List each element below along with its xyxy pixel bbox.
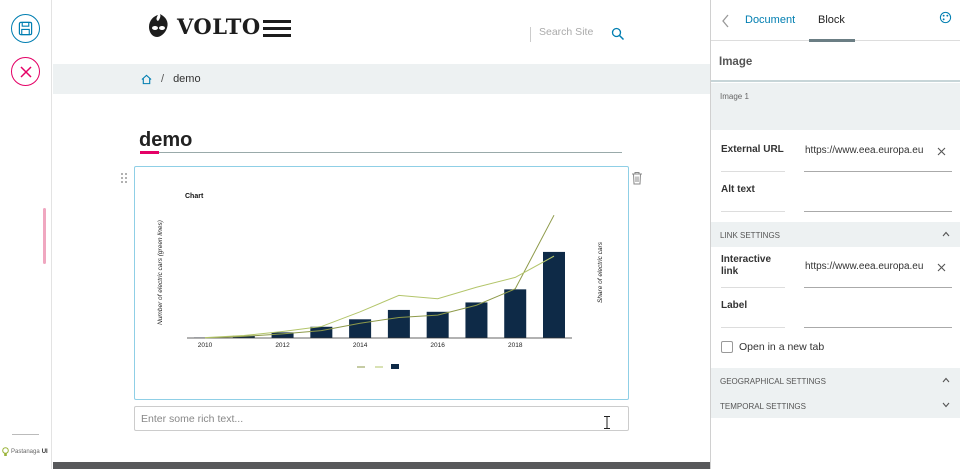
chevron-up-icon bbox=[942, 231, 950, 237]
clear-icon[interactable] bbox=[937, 263, 946, 272]
alt-text-field[interactable] bbox=[804, 211, 952, 212]
interactive-link-label: Interactive link bbox=[721, 254, 772, 277]
field-underline bbox=[804, 287, 952, 288]
field-divider bbox=[721, 211, 785, 212]
x-tick-label: 2014 bbox=[353, 342, 368, 349]
breadcrumb-current[interactable]: demo bbox=[173, 73, 201, 85]
block-sidebar: Document Block Image Image 1 External UR… bbox=[710, 0, 960, 469]
series-line bbox=[204, 255, 555, 339]
content-area: demo Chart Number of electric cars (green… bbox=[53, 94, 710, 462]
palette-icon[interactable] bbox=[939, 11, 952, 24]
open-new-tab-checkbox[interactable] bbox=[721, 341, 733, 353]
save-icon bbox=[18, 21, 33, 36]
temporal-settings-label: TEMPORAL SETTINGS bbox=[720, 402, 806, 411]
search-divider bbox=[530, 27, 531, 42]
drag-handle-icon[interactable] bbox=[121, 173, 129, 185]
chart-bar bbox=[387, 309, 410, 338]
legend-swatch bbox=[391, 364, 399, 369]
field-underline bbox=[804, 171, 952, 172]
chart-block[interactable]: Chart Number of electric cars (green line… bbox=[134, 166, 629, 400]
site-header: VOLTO bbox=[53, 0, 710, 64]
toolbar-scroll-indicator[interactable] bbox=[43, 208, 46, 264]
brand-prefix: Pastanaga bbox=[11, 449, 40, 455]
edit-toolbar: Pastanaga UI bbox=[0, 0, 52, 469]
chart: Chart Number of electric cars (green line… bbox=[157, 193, 604, 369]
breadcrumb: / demo bbox=[53, 64, 710, 94]
home-icon[interactable] bbox=[141, 74, 152, 85]
footer-bar bbox=[53, 462, 710, 469]
label-field[interactable] bbox=[804, 327, 952, 328]
rich-text-input[interactable] bbox=[134, 406, 629, 431]
temporal-settings-header[interactable]: TEMPORAL SETTINGS bbox=[711, 393, 960, 418]
tab-block[interactable]: Block bbox=[818, 14, 845, 26]
site-logo[interactable]: VOLTO bbox=[145, 13, 261, 39]
search-input[interactable] bbox=[539, 26, 605, 38]
clear-icon[interactable] bbox=[937, 147, 946, 156]
chart-bar bbox=[310, 326, 333, 338]
link-settings-header[interactable]: LINK SETTINGS bbox=[711, 222, 960, 247]
chevron-up-icon bbox=[942, 377, 950, 383]
breadcrumb-separator: / bbox=[161, 73, 165, 85]
brand-suffix: UI bbox=[41, 449, 48, 455]
open-new-tab-label: Open in a new tab bbox=[739, 341, 825, 353]
field-divider bbox=[721, 327, 785, 328]
title-underline bbox=[140, 152, 622, 153]
external-url-field[interactable]: https://www.eea.europa.eu bbox=[805, 145, 928, 156]
logo-text: VOLTO bbox=[177, 13, 261, 39]
close-icon bbox=[19, 65, 32, 78]
sidebar-tabs: Document Block bbox=[711, 0, 960, 42]
title-accent bbox=[140, 151, 159, 154]
save-button[interactable] bbox=[11, 14, 40, 43]
x-tick-label: 2012 bbox=[275, 342, 290, 349]
search-icon[interactable] bbox=[611, 27, 625, 41]
image-placeholder[interactable]: Image 1 bbox=[711, 83, 960, 130]
tab-document[interactable]: Document bbox=[745, 14, 795, 26]
external-url-label: External URL bbox=[721, 144, 784, 155]
interactive-link-field[interactable]: https://www.eea.europa.eu bbox=[805, 261, 928, 272]
geographical-settings-header[interactable]: GEOGRAPHICAL SETTINGS bbox=[711, 368, 960, 393]
x-tick-label: 2018 bbox=[508, 342, 523, 349]
text-cursor-icon bbox=[604, 416, 610, 429]
menu-icon[interactable] bbox=[263, 20, 291, 38]
link-settings-label: LINK SETTINGS bbox=[720, 231, 781, 240]
toolbar-divider bbox=[12, 434, 39, 435]
image-section-title: Image bbox=[711, 41, 960, 82]
chevron-left-icon[interactable] bbox=[721, 14, 731, 28]
chevron-down-icon bbox=[942, 402, 950, 408]
y2-axis-label: Share of electric cars bbox=[597, 241, 604, 303]
label-field-label: Label bbox=[721, 300, 748, 311]
geographical-settings-label: GEOGRAPHICAL SETTINGS bbox=[720, 377, 826, 386]
chart-bar bbox=[504, 289, 527, 338]
field-divider bbox=[721, 287, 785, 288]
chart-title: Chart bbox=[185, 193, 204, 200]
bulb-icon bbox=[2, 447, 9, 456]
x-tick-label: 2010 bbox=[198, 342, 213, 349]
x-tick-label: 2016 bbox=[430, 342, 445, 349]
series-line bbox=[204, 214, 555, 339]
trash-icon[interactable] bbox=[631, 171, 643, 185]
chart-bar bbox=[543, 251, 565, 338]
chart-bar bbox=[465, 302, 488, 338]
alt-text-label: Alt text bbox=[721, 184, 755, 195]
volto-logo-icon bbox=[149, 14, 168, 37]
cancel-button[interactable] bbox=[11, 57, 40, 86]
field-divider bbox=[721, 171, 785, 172]
page-title[interactable]: demo bbox=[139, 129, 192, 152]
image-label: Image 1 bbox=[720, 92, 749, 101]
pastanaga-brand: Pastanaga UI bbox=[2, 447, 48, 457]
y-axis-label: Number of electric cars (green lines) bbox=[157, 220, 164, 325]
